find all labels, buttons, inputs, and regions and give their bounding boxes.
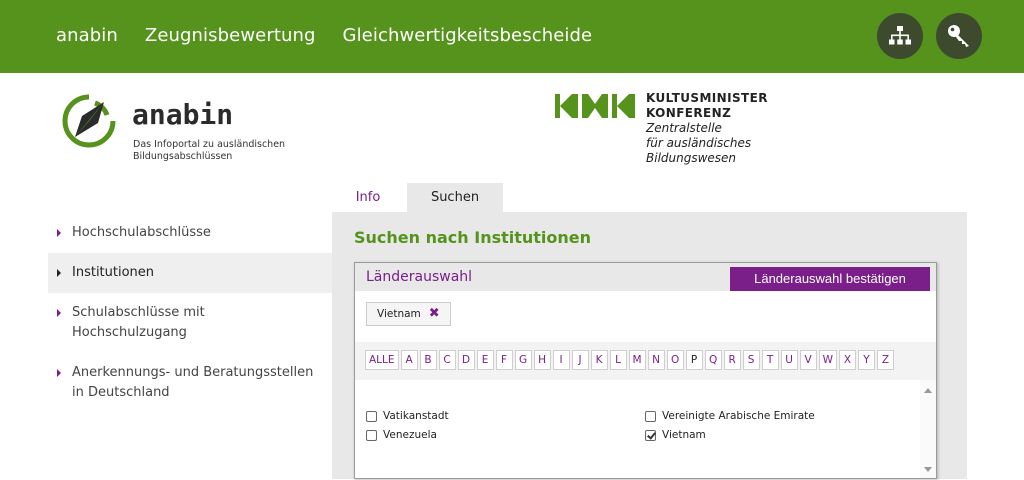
letter-filter-o[interactable]: O: [666, 350, 684, 370]
checkbox[interactable]: [366, 410, 377, 422]
country-selection-dialog: Länderauswahl Länderauswahl bestätigen V…: [354, 262, 937, 479]
checkbox-checked[interactable]: [645, 429, 656, 441]
checkbox[interactable]: [366, 429, 377, 441]
letter-filter-k[interactable]: K: [590, 350, 608, 370]
tab-info[interactable]: Info: [332, 183, 404, 213]
checkbox[interactable]: [645, 410, 656, 422]
letter-filter-p[interactable]: P: [685, 350, 703, 370]
letter-filter-f[interactable]: F: [495, 350, 513, 370]
page-title: Suchen nach Institutionen: [354, 228, 592, 247]
sidebar-item-hochschulabschluesse[interactable]: Hochschulabschlüsse: [48, 213, 332, 253]
search-panel: Suchen nach Institutionen Länderauswahl …: [332, 212, 967, 479]
country-option-venezuela[interactable]: Venezuela: [366, 429, 437, 441]
caret-right-icon: [57, 369, 61, 377]
letter-filter-e[interactable]: E: [476, 350, 494, 370]
tab-suchen[interactable]: Suchen: [407, 183, 503, 213]
letter-filter-z[interactable]: Z: [876, 350, 894, 370]
country-option-vietnam[interactable]: Vietnam: [645, 429, 706, 441]
letter-filter-x[interactable]: X: [838, 350, 856, 370]
nav-zeugnisbewertung[interactable]: Zeugnisbewertung: [145, 25, 316, 46]
letter-filter-n[interactable]: N: [647, 350, 665, 370]
key-icon: [948, 25, 969, 47]
scroll-up-icon[interactable]: [924, 388, 932, 393]
sidebar-item-schulabschluesse[interactable]: Schulabschlüsse mit Hochschulzugang: [48, 293, 332, 353]
country-option-vae[interactable]: Vereinigte Arabische Emirate: [645, 410, 815, 422]
sitemap-icon: [889, 26, 911, 45]
alphabet-filter-row: ALLE A B C D E F G H I J K L M N O P Q R S T U V W X Y Z: [365, 350, 894, 370]
letter-filter-b[interactable]: B: [419, 350, 437, 370]
kmk-title: KULTUSMINISTER KONFERENZ: [646, 91, 768, 120]
sidebar-item-anerkennungsstellen[interactable]: Anerkennungs- und Beratungsstellen in De…: [48, 353, 332, 413]
letter-filter-m[interactable]: M: [628, 350, 646, 370]
caret-right-icon: [57, 269, 61, 277]
letter-filter-a[interactable]: A: [400, 350, 418, 370]
caret-right-icon: [57, 309, 61, 317]
sidebar: Hochschulabschlüsse Institutionen Schula…: [48, 213, 332, 413]
selected-country-chip: Vietnam ✖: [366, 302, 451, 326]
letter-filter-w[interactable]: W: [818, 350, 837, 370]
nav-gleichwertigkeitsbescheide[interactable]: Gleichwertigkeitsbescheide: [343, 25, 593, 46]
country-list: Vatikanstadt Venezuela Vereinigte Arabis…: [355, 380, 918, 480]
anabin-logo[interactable]: anabin Das Infoportal zu ausländischen B…: [60, 90, 300, 162]
kmk-logo[interactable]: KULTUSMINISTER KONFERENZ Zentralstelle f…: [555, 91, 775, 169]
letter-filter-v[interactable]: V: [799, 350, 817, 370]
caret-right-icon: [57, 229, 61, 237]
letter-filter-q[interactable]: Q: [704, 350, 722, 370]
letter-filter-c[interactable]: C: [438, 350, 456, 370]
anabin-tagline: Das Infoportal zu ausländischen Bildungs…: [133, 139, 286, 162]
letter-filter-t[interactable]: T: [761, 350, 779, 370]
letter-filter-i[interactable]: I: [552, 350, 570, 370]
country-list-scrollbar[interactable]: [920, 380, 936, 478]
sidebar-item-institutionen[interactable]: Institutionen: [48, 253, 332, 293]
dialog-header: Länderauswahl Länderauswahl bestätigen: [355, 263, 936, 291]
letter-filter-j[interactable]: J: [571, 350, 589, 370]
letter-filter-g[interactable]: G: [514, 350, 532, 370]
letter-filter-y[interactable]: Y: [857, 350, 875, 370]
dialog-title: Länderauswahl: [366, 269, 473, 285]
chip-label: Vietnam: [377, 308, 421, 320]
kmk-subtitle: Zentralstelle für ausländisches Bildungs…: [646, 121, 752, 165]
letter-filter-s[interactable]: S: [742, 350, 760, 370]
login-button[interactable]: [936, 13, 982, 59]
anabin-wordmark: anabin: [132, 98, 234, 131]
scroll-down-icon[interactable]: [924, 467, 932, 472]
alphabet-filter: ALLE A B C D E F G H I J K L M N O P Q R S T U V W X Y Z: [355, 342, 936, 380]
top-bar: anabin Zeugnisbewertung Gleichwertigkeit…: [0, 0, 1024, 73]
nav-anabin[interactable]: anabin: [56, 25, 118, 46]
letter-filter-h[interactable]: H: [533, 350, 551, 370]
letter-filter-u[interactable]: U: [780, 350, 798, 370]
kmk-mark-icon: [555, 94, 635, 118]
letter-filter-r[interactable]: R: [723, 350, 741, 370]
confirm-country-selection-button[interactable]: Länderauswahl bestätigen: [730, 267, 930, 291]
country-option-vatikanstadt[interactable]: Vatikanstadt: [366, 410, 449, 422]
sitemap-button[interactable]: [877, 13, 923, 59]
remove-chip-icon[interactable]: ✖: [429, 303, 440, 325]
letter-filter-l[interactable]: L: [609, 350, 627, 370]
letter-filter-d[interactable]: D: [457, 350, 475, 370]
top-nav: anabin Zeugnisbewertung Gleichwertigkeit…: [56, 25, 592, 46]
letter-filter-alle[interactable]: ALLE: [365, 350, 399, 370]
compass-logo-icon: [62, 94, 116, 148]
